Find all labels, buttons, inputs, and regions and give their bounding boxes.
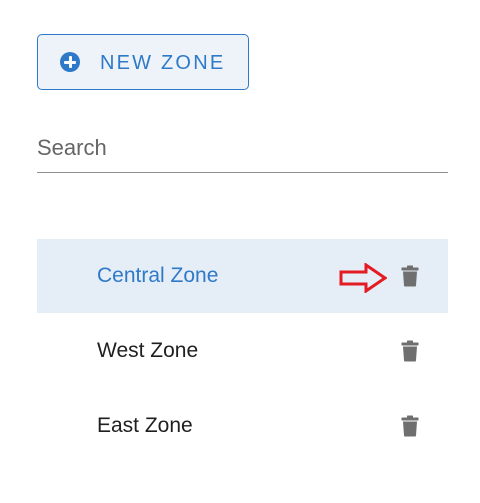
search-label[interactable]: Search [37, 134, 107, 162]
zone-list-item[interactable]: West Zone [37, 314, 448, 388]
red-arrow-icon [339, 263, 387, 293]
trash-icon[interactable] [401, 340, 419, 362]
new-zone-button[interactable]: NEW ZONE [37, 34, 249, 90]
new-zone-label: NEW ZONE [100, 52, 226, 74]
zone-name: Central Zone [97, 264, 219, 287]
zone-list-item[interactable]: East Zone [37, 389, 448, 463]
zone-name: West Zone [97, 339, 199, 362]
zone-name: East Zone [97, 414, 193, 437]
trash-icon[interactable] [401, 265, 419, 287]
plus-circle-icon [60, 52, 80, 72]
trash-icon[interactable] [401, 415, 419, 437]
zone-list-item[interactable]: Central Zone [37, 239, 448, 313]
search-input-underline[interactable] [37, 172, 448, 173]
